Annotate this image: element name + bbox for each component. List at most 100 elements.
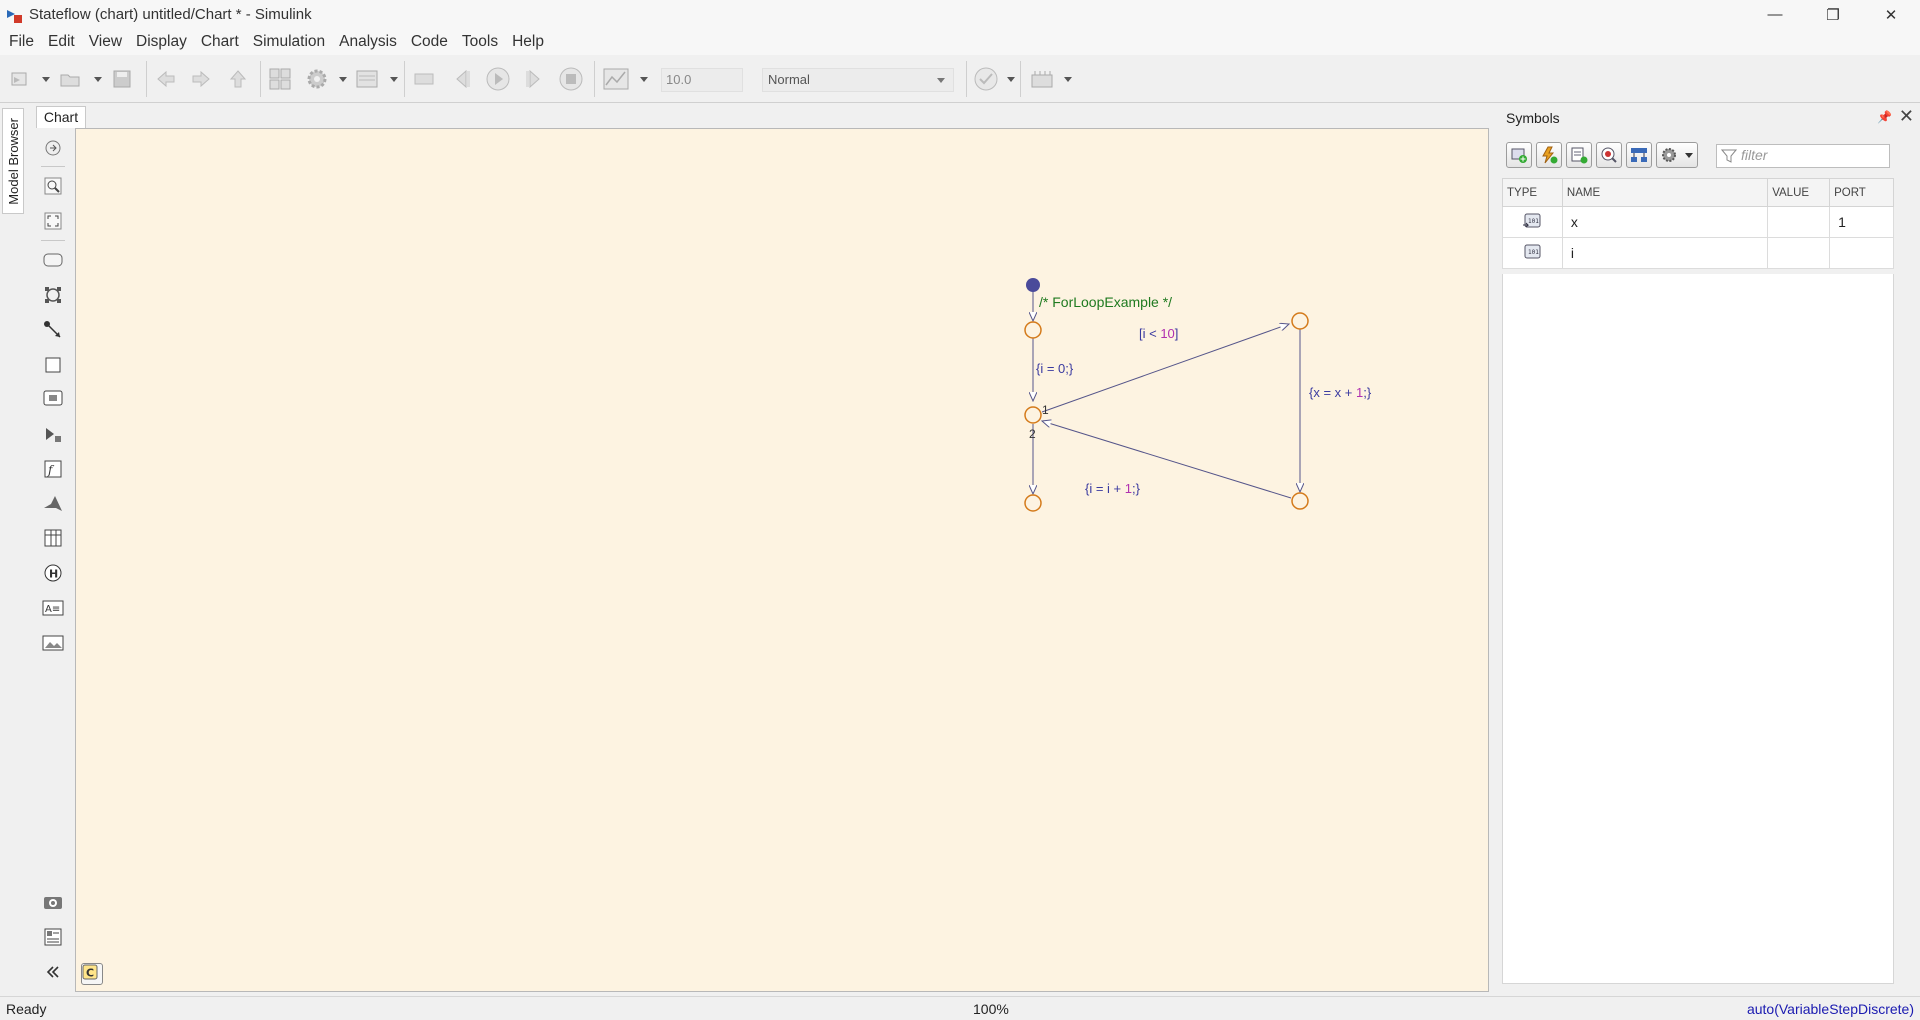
- transition-increment[interactable]: [1042, 421, 1292, 499]
- condition-label[interactable]: [i < 10]: [1139, 326, 1178, 341]
- init-action-label[interactable]: {i = 0;}: [1036, 361, 1074, 376]
- model-settings-gear-icon[interactable]: [303, 65, 331, 93]
- chart-comment-label[interactable]: /* ForLoopExample */: [1039, 294, 1172, 310]
- col-value[interactable]: VALUE: [1767, 178, 1831, 207]
- annotation-tool-icon[interactable]: A≡: [41, 596, 65, 620]
- stop-time-field[interactable]: 10.0: [661, 68, 743, 92]
- add-event-icon[interactable]: [1536, 142, 1562, 168]
- solver-link[interactable]: auto(VariableStepDiscrete): [1747, 1001, 1914, 1017]
- update-diagram-icon[interactable]: [410, 65, 438, 93]
- up-to-parent-icon[interactable]: [224, 65, 252, 93]
- menu-chart[interactable]: Chart: [194, 29, 246, 55]
- symbol-port[interactable]: [1829, 237, 1894, 269]
- menu-help[interactable]: Help: [505, 29, 551, 55]
- menu-analysis[interactable]: Analysis: [332, 29, 404, 55]
- menu-code[interactable]: Code: [404, 29, 455, 55]
- step-forward-icon[interactable]: [520, 65, 548, 93]
- menu-simulation[interactable]: Simulation: [246, 29, 332, 55]
- image-tool-icon[interactable]: [41, 631, 65, 655]
- settings-dropdown-icon[interactable]: [339, 77, 347, 82]
- junction-loop[interactable]: [1024, 406, 1042, 424]
- new-model-icon[interactable]: [6, 65, 34, 93]
- navigate-back-icon[interactable]: [41, 136, 65, 160]
- build-dropdown-icon[interactable]: [1064, 77, 1072, 82]
- scope-icon[interactable]: [602, 65, 630, 93]
- junction-exit[interactable]: [1024, 494, 1042, 512]
- stop-icon[interactable]: [557, 65, 585, 93]
- table-row[interactable]: 101 i: [1502, 237, 1894, 269]
- close-pane-icon[interactable]: ✕: [1899, 106, 1914, 127]
- fit-to-view-icon[interactable]: [41, 209, 65, 233]
- default-transition-tool-icon[interactable]: [41, 318, 65, 342]
- model-explorer-icon[interactable]: [353, 65, 381, 93]
- new-model-dropdown-icon[interactable]: [42, 77, 50, 82]
- forward-icon[interactable]: [187, 65, 215, 93]
- menu-view[interactable]: View: [82, 29, 129, 55]
- symbol-settings-gear-icon[interactable]: [1656, 142, 1698, 168]
- chart-canvas[interactable]: /* ForLoopExample */ {i = 0;} [i < 10] {…: [75, 128, 1489, 992]
- col-type[interactable]: TYPE: [1502, 178, 1563, 207]
- screenshot-camera-icon[interactable]: [41, 890, 65, 914]
- filter-input[interactable]: filter: [1716, 144, 1890, 168]
- run-icon[interactable]: [484, 65, 512, 93]
- symbol-value[interactable]: [1767, 237, 1831, 269]
- simulink-function-tool-icon[interactable]: [41, 386, 65, 410]
- explorer-dropdown-icon[interactable]: [390, 77, 398, 82]
- matlab-function-tool-icon[interactable]: f: [41, 457, 65, 481]
- symbols-title: Symbols: [1506, 110, 1560, 126]
- back-icon[interactable]: [152, 65, 180, 93]
- close-window-button[interactable]: ✕: [1862, 0, 1920, 29]
- left-strip: Model Browser: [0, 104, 28, 994]
- table-row[interactable]: 101 x 1: [1502, 206, 1894, 238]
- hierarchy-icon[interactable]: [1626, 142, 1652, 168]
- open-model-dropdown-icon[interactable]: [94, 77, 102, 82]
- menu-file[interactable]: File: [2, 29, 41, 55]
- add-data-icon[interactable]: [1506, 142, 1532, 168]
- connective-junction-tool-icon[interactable]: [41, 422, 65, 446]
- body-action-label[interactable]: {x = x + 1;}: [1309, 385, 1372, 400]
- collapse-palette-icon[interactable]: [41, 960, 65, 984]
- increment-action-label[interactable]: {i = i + 1;}: [1085, 481, 1141, 496]
- build-icon[interactable]: [1028, 65, 1056, 93]
- advisor-dropdown-icon[interactable]: [1007, 77, 1015, 82]
- pin-icon[interactable]: 📌: [1877, 110, 1892, 124]
- minimize-button[interactable]: —: [1746, 0, 1804, 29]
- matlab-logo-icon[interactable]: [41, 492, 65, 516]
- symbol-name[interactable]: i: [1561, 237, 1769, 269]
- junction-condition[interactable]: [1291, 312, 1309, 330]
- menu-tools[interactable]: Tools: [455, 29, 505, 55]
- col-name[interactable]: NAME: [1561, 178, 1769, 207]
- step-back-icon[interactable]: [448, 65, 476, 93]
- restore-button[interactable]: ❐: [1804, 0, 1862, 29]
- box-tool-icon[interactable]: [41, 283, 65, 307]
- open-model-icon[interactable]: [56, 65, 84, 93]
- local-data-icon[interactable]: 101: [1502, 237, 1563, 269]
- history-junction-tool-icon[interactable]: H: [41, 561, 65, 585]
- symbol-value[interactable]: [1767, 206, 1831, 238]
- model-advisor-check-icon[interactable]: [972, 65, 1000, 93]
- col-port[interactable]: PORT: [1829, 178, 1894, 207]
- input-data-icon[interactable]: 101: [1502, 206, 1563, 238]
- menu-display[interactable]: Display: [129, 29, 194, 55]
- zoom-icon[interactable]: [41, 174, 65, 198]
- scope-dropdown-icon[interactable]: [640, 77, 648, 82]
- graphical-function-tool-icon[interactable]: [41, 353, 65, 377]
- symbol-name[interactable]: x: [1561, 206, 1769, 238]
- junction-start[interactable]: [1024, 321, 1042, 339]
- report-icon[interactable]: [41, 925, 65, 949]
- menu-edit[interactable]: Edit: [41, 29, 82, 55]
- symbol-port[interactable]: 1: [1829, 206, 1894, 238]
- resolve-undefined-icon[interactable]: [1596, 142, 1622, 168]
- model-browser-tab[interactable]: Model Browser: [2, 108, 24, 214]
- add-message-icon[interactable]: [1566, 142, 1592, 168]
- truth-table-tool-icon[interactable]: [41, 526, 65, 550]
- default-transition-dot[interactable]: [1026, 278, 1040, 292]
- svg-text:A≡: A≡: [45, 604, 60, 615]
- chart-properties-c-icon[interactable]: C: [81, 963, 103, 985]
- state-tool-icon[interactable]: [41, 248, 65, 272]
- simulation-mode-select[interactable]: Normal: [762, 68, 954, 92]
- junction-increment[interactable]: [1291, 492, 1309, 510]
- save-icon[interactable]: [108, 65, 136, 93]
- library-browser-icon[interactable]: [266, 65, 294, 93]
- tab-chart[interactable]: Chart: [36, 106, 86, 128]
